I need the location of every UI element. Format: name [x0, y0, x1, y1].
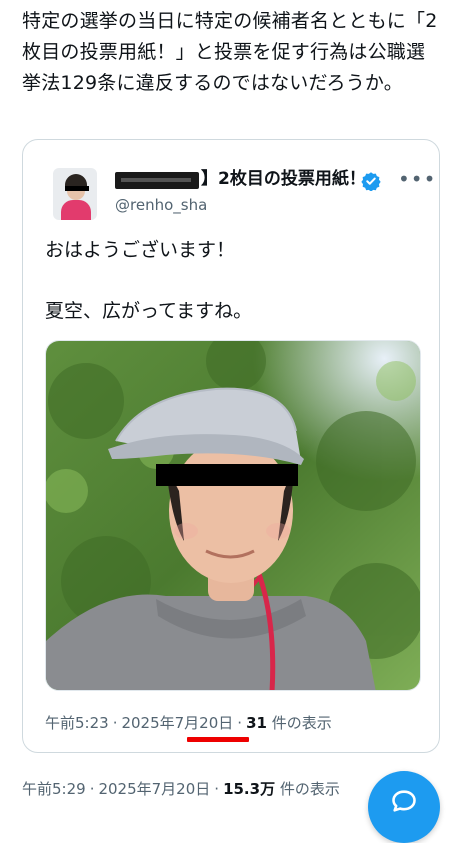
reply-bubble-icon	[392, 790, 416, 812]
post-date: 2025年7月20日	[98, 780, 211, 798]
post-text: 特定の選挙の当日に特定の候補者名とともに「2枚目の投票用紙！」と投票を促す行為は…	[22, 10, 438, 94]
post-timestamp[interactable]: 午前5:29 · 2025年7月20日 · 15.3万 件の表示	[22, 778, 340, 799]
redacted-name-block	[115, 172, 199, 189]
post-time: 午前5:29	[22, 780, 86, 798]
quoted-post-views-label: 件の表示	[271, 714, 332, 732]
quoted-post-card[interactable]: 】2枚目の投票用紙！ ••• @renho_sha おはようございます！ 夏空、…	[22, 139, 440, 753]
more-options-icon[interactable]: •••	[398, 168, 435, 190]
quoted-post-date: 2025年7月20日	[121, 714, 234, 732]
quoted-post-timestamp[interactable]: 午前5:23 · 2025年7月20日 · 31 件の表示	[45, 712, 332, 733]
tweet-text-line-2: 夏空、広がってますね。	[45, 300, 253, 322]
handle[interactable]: @renho_sha	[115, 196, 207, 214]
avatar[interactable]	[53, 168, 97, 220]
tweet-text-line-1: おはようございます！	[45, 239, 236, 261]
date-underline-annotation	[187, 737, 249, 742]
quoted-post-views-count: 31	[246, 714, 267, 732]
quoted-post-time: 午前5:23	[45, 714, 109, 732]
post-views-count: 15.3万	[223, 780, 276, 798]
post-photo[interactable]	[45, 340, 421, 691]
display-name[interactable]: 】2枚目の投票用紙！	[201, 167, 366, 191]
post-views-label: 件の表示	[279, 780, 340, 798]
verified-badge-icon	[361, 172, 381, 191]
reply-fab-button[interactable]	[368, 771, 440, 843]
selfie-photo-illustration	[46, 341, 420, 690]
